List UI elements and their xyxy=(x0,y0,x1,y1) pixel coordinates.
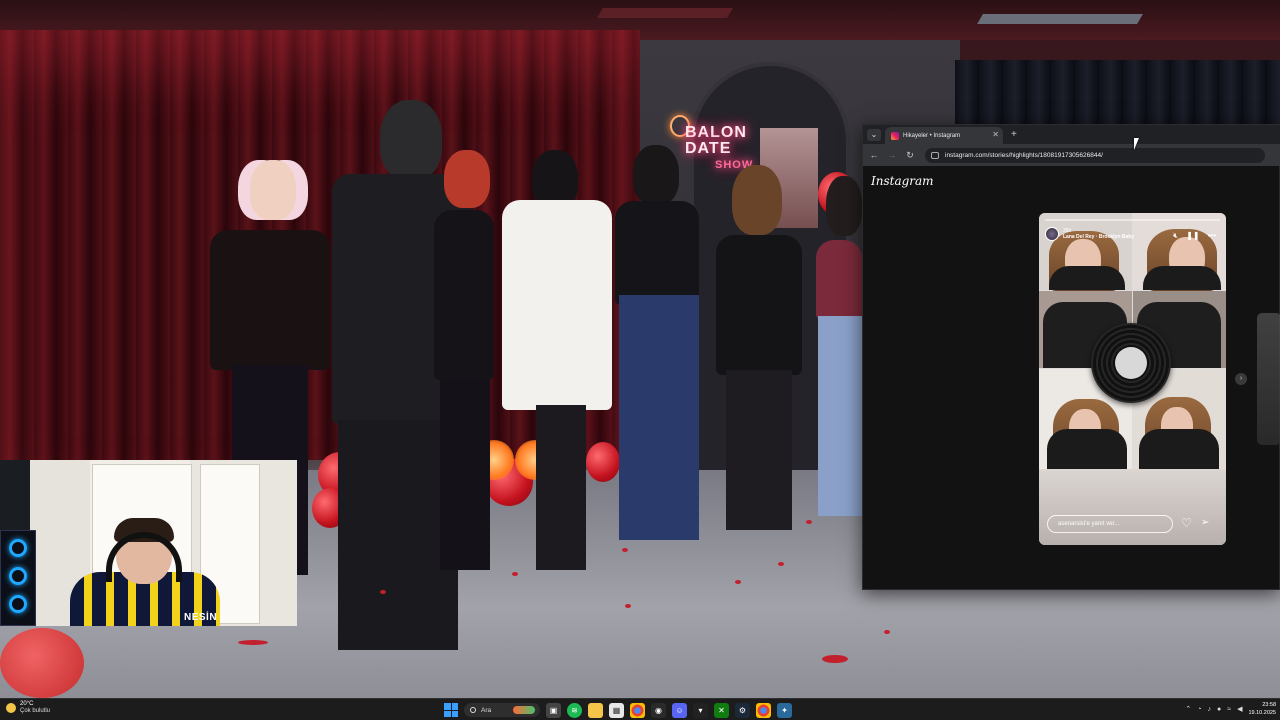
rose-petal xyxy=(778,562,784,566)
url-text: instagram.com/stories/highlights/1808191… xyxy=(945,151,1103,159)
site-info-icon[interactable] xyxy=(931,151,939,159)
rose-petal xyxy=(238,640,268,645)
chrome-profile-icon[interactable] xyxy=(756,702,771,718)
rgb-fan xyxy=(9,567,27,585)
rgb-fan xyxy=(9,595,27,613)
network-icon[interactable]: ◔ xyxy=(1197,706,1201,713)
spotify-icon[interactable]: ≋ xyxy=(567,702,582,718)
send-icon[interactable]: ➢ xyxy=(1201,517,1209,528)
story-viewer[interactable]: 35h Lana Del Rey · Brooklyn Baby 🔇︎ ❚❚ •… xyxy=(1039,213,1226,545)
taskbar: 20°C Çok bulutlu Ara ▣ ≋ ▦ ◉ ☺ ▾ ✕ ⚙ ✦ ⌃… xyxy=(0,698,1280,720)
app-icon[interactable]: ✦ xyxy=(777,702,792,718)
story-music[interactable]: Lana Del Rey · Brooklyn Baby xyxy=(1063,234,1134,240)
rose-petal xyxy=(806,520,812,524)
steam-icon[interactable]: ⚙ xyxy=(735,702,750,718)
clock-time: 23:58 xyxy=(1262,702,1276,708)
forward-icon[interactable]: → xyxy=(885,150,899,160)
close-icon[interactable]: ✕ xyxy=(992,130,999,139)
webcam-overlay: NESİN xyxy=(0,460,297,626)
address-bar: ← → ↻ instagram.com/stories/highlights/1… xyxy=(863,144,1280,166)
rgb-fan xyxy=(9,539,27,557)
more-icon[interactable]: ••• xyxy=(1208,231,1216,241)
screen: BALON DATE SHOW NESİN ⌄ Hikayeler • Inst… xyxy=(0,0,1280,720)
rose-petal xyxy=(622,548,628,552)
rose-petal xyxy=(822,655,848,663)
instagram-logo[interactable]: Instagram xyxy=(871,174,934,188)
avatar[interactable] xyxy=(1045,227,1059,241)
url-field[interactable]: instagram.com/stories/highlights/1808191… xyxy=(925,147,1265,163)
tab-bar: ⌄ Hikayeler • Instagram ✕ + xyxy=(863,125,1280,144)
pause-icon[interactable]: ❚❚ xyxy=(1186,231,1199,241)
next-story-button[interactable]: › xyxy=(1235,373,1247,385)
discord-icon[interactable]: ☺ xyxy=(672,702,687,718)
streamer: NESİN xyxy=(70,518,220,626)
file-explorer-icon[interactable] xyxy=(588,702,603,718)
pc-tower xyxy=(0,530,36,626)
clock-date: 19.10.2025 xyxy=(1248,710,1276,716)
rose-petal xyxy=(735,580,741,584)
search-highlight-icon xyxy=(513,706,536,714)
chevron-up-icon[interactable]: ⌃ xyxy=(1185,705,1191,713)
windows-start-icon[interactable] xyxy=(444,703,458,717)
weather-icon xyxy=(6,703,16,713)
mute-icon[interactable]: 🔇︎ xyxy=(1173,231,1178,241)
mouse-cursor xyxy=(1134,138,1139,150)
rose-petal xyxy=(380,590,386,594)
vinyl-label xyxy=(1115,347,1147,379)
obs-icon[interactable]: ◉ xyxy=(651,702,666,718)
new-tab-button[interactable]: + xyxy=(1011,129,1017,140)
tab-search-button[interactable]: ⌄ xyxy=(867,128,881,141)
story-photo xyxy=(1133,213,1226,291)
system-tray: ⌃ ◔ ♪ ● ≈ ◀ 23:58 19.10.2025 xyxy=(1185,701,1276,717)
story-photo xyxy=(1039,469,1226,545)
tab-instagram-stories[interactable]: Hikayeler • Instagram ✕ xyxy=(885,127,1003,144)
taskbar-search[interactable]: Ara xyxy=(464,703,540,717)
rose-petal xyxy=(625,604,631,608)
story-photo xyxy=(1039,213,1132,291)
person-redhead xyxy=(430,150,500,570)
ceiling-beam xyxy=(977,14,1143,24)
heart-icon[interactable]: ♡ xyxy=(1181,516,1192,530)
ceiling-beam xyxy=(597,8,733,18)
clock[interactable]: 23:58 19.10.2025 xyxy=(1248,701,1276,717)
speaker-icon[interactable]: ◀ xyxy=(1237,705,1242,713)
person-white-dress xyxy=(492,150,622,570)
person-leather-skirt xyxy=(712,165,804,535)
weather-temp: 20°C xyxy=(20,701,34,707)
search-icon xyxy=(470,707,476,713)
weather-widget[interactable]: 20°C Çok bulutlu xyxy=(6,701,50,715)
person-right-edge xyxy=(812,176,864,526)
browser-window: ⌄ Hikayeler • Instagram ✕ + ← → ↻ instag… xyxy=(862,124,1280,590)
red-overlay-shape xyxy=(0,628,84,698)
back-icon[interactable]: ← xyxy=(867,150,881,160)
search-label: Ara xyxy=(481,706,492,714)
tab-title: Hikayeler • Instagram xyxy=(903,132,961,139)
vpn-icon[interactable]: ▾ xyxy=(693,702,708,718)
taskbar-apps: Ara ▣ ≋ ▦ ◉ ☺ ▾ ✕ ⚙ ✦ xyxy=(444,701,792,719)
jersey-text: NESİN xyxy=(184,612,218,623)
task-view-icon[interactable]: ▣ xyxy=(546,702,561,718)
next-story-preview[interactable] xyxy=(1257,313,1280,445)
weather-desc: Çok bulutlu xyxy=(20,708,51,714)
rose-petal xyxy=(884,630,890,634)
reload-icon[interactable]: ↻ xyxy=(903,150,917,161)
microphone-icon[interactable]: ● xyxy=(1217,706,1221,713)
story-progress-bar xyxy=(1045,219,1220,221)
person-jeans xyxy=(605,145,705,545)
volume-icon[interactable]: ♪ xyxy=(1208,706,1212,713)
vinyl-record-sticker xyxy=(1091,323,1171,403)
chrome-icon[interactable] xyxy=(630,702,645,718)
reply-input[interactable]: asenarsist'e yanıt ver... xyxy=(1047,515,1173,533)
store-icon[interactable]: ▦ xyxy=(609,702,624,718)
story-controls: 🔇︎ ❚❚ ••• xyxy=(1173,231,1216,241)
instagram-icon xyxy=(891,131,899,140)
story-header: 35h Lana Del Rey · Brooklyn Baby xyxy=(1045,227,1134,241)
xbox-icon[interactable]: ✕ xyxy=(714,702,729,718)
rose-petal xyxy=(512,572,518,576)
wifi-icon[interactable]: ≈ xyxy=(1227,706,1231,713)
